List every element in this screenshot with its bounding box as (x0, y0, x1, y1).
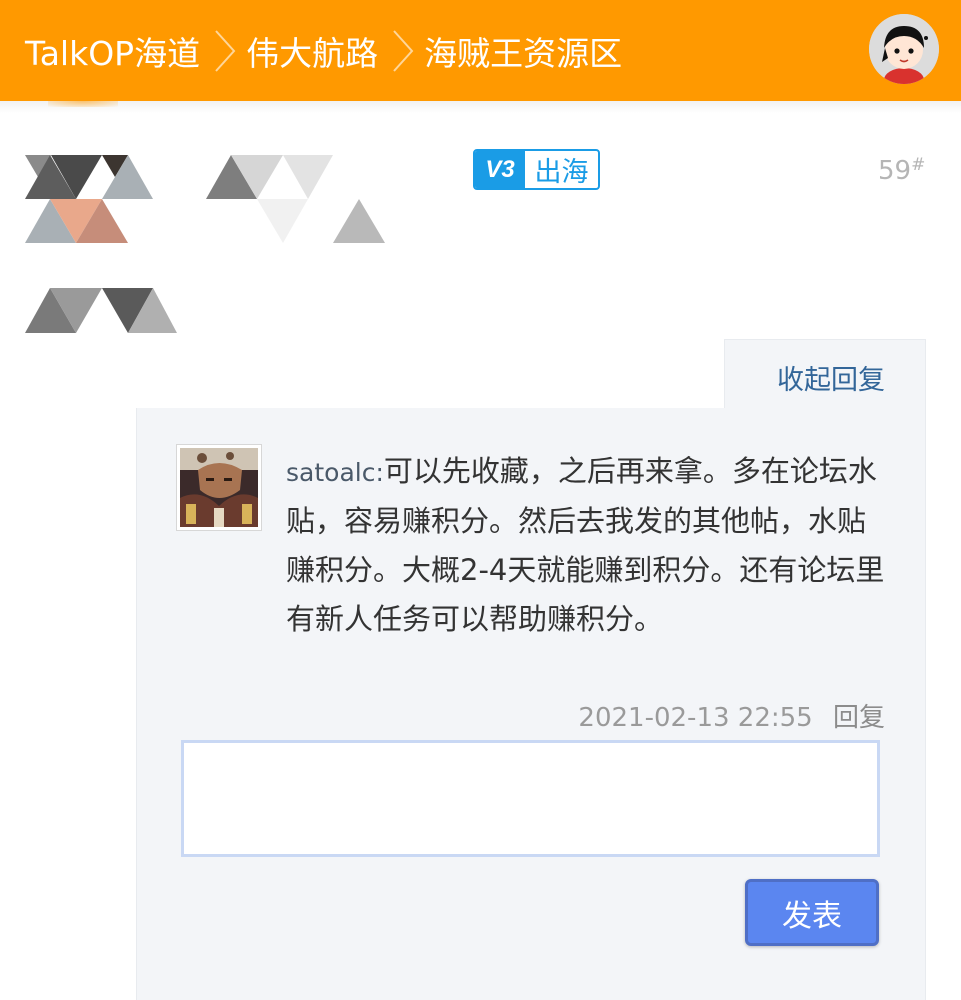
reply-meta: 2021-02-13 22:55 回复 (578, 697, 885, 734)
user-level-badge: V3 出海 (473, 149, 600, 190)
user-avatar-icon[interactable] (869, 14, 939, 84)
floor-number: 59# (878, 155, 925, 186)
reply-avatar-image (180, 448, 258, 527)
reply-content: satoalc:可以先收藏，之后再来拿。多在论坛水贴，容易赚积分。然后去我发的其… (286, 447, 894, 644)
breadcrumb-grand-line[interactable]: 伟大航路 (246, 27, 378, 75)
floor-mark: # (911, 155, 926, 175)
reply-timestamp: 2021-02-13 22:55 (578, 703, 813, 733)
reply-avatar[interactable] (176, 444, 262, 531)
active-tab-indicator (48, 101, 118, 107)
submit-reply-button[interactable]: 发表 (745, 879, 879, 946)
reply-username[interactable]: satoalc: (286, 458, 384, 487)
reply-input[interactable] (181, 740, 880, 857)
header-bar: TalkOP海道 伟大航路 海贼王资源区 (0, 0, 961, 101)
reply-button[interactable]: 回复 (833, 703, 885, 733)
chevron-right-icon (390, 28, 416, 74)
breadcrumb-talkop[interactable]: TalkOP海道 (25, 27, 200, 75)
breadcrumb-resource-area[interactable]: 海贼王资源区 (424, 27, 622, 75)
poster-identity-pixelated (25, 155, 395, 341)
badge-label: 出海 (534, 157, 589, 188)
collapse-replies-tab: 收起回复 (724, 339, 926, 414)
floor-number-value: 59 (878, 156, 912, 186)
chevron-right-icon (212, 28, 238, 74)
badge-version: V3 (475, 151, 525, 188)
header-divider (0, 101, 961, 113)
collapse-replies-link[interactable]: 收起回复 (777, 358, 885, 397)
